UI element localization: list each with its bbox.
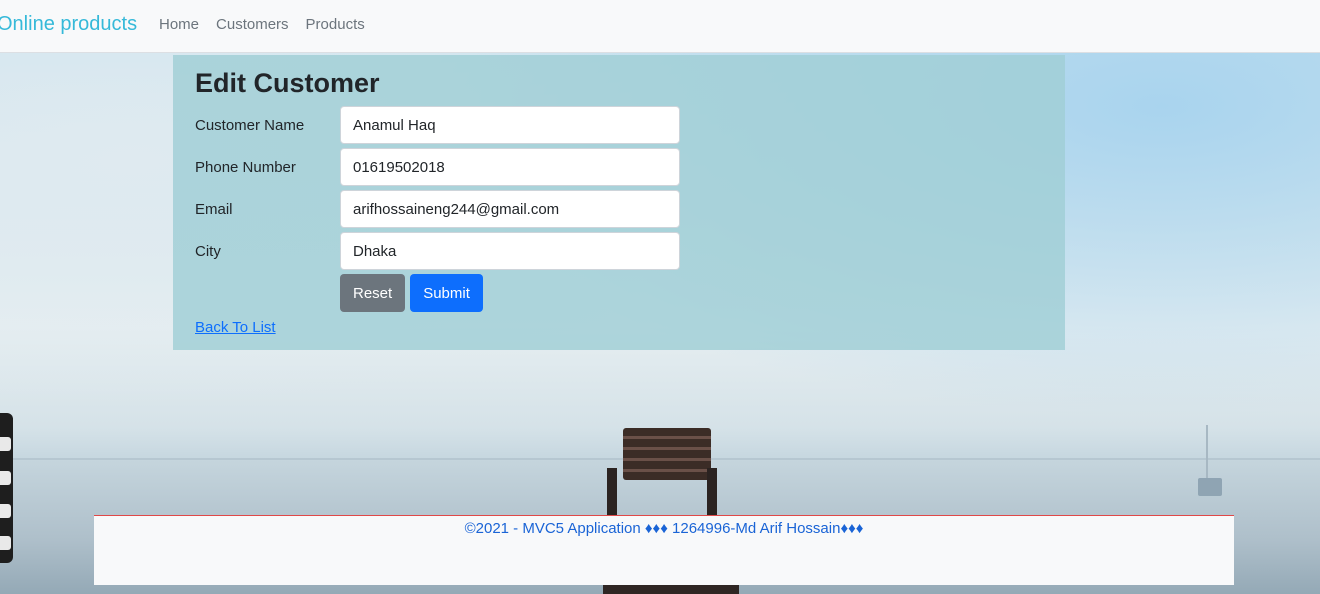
nav-link-customers[interactable]: Customers xyxy=(216,16,289,33)
city-input[interactable] xyxy=(340,232,680,270)
phone-number-label: Phone Number xyxy=(195,158,296,176)
page-title: Edit Customer xyxy=(195,68,380,98)
nav-links: Home Customers Products xyxy=(159,16,365,33)
form-row-city: City xyxy=(195,232,680,270)
camera-icon[interactable] xyxy=(0,437,11,451)
edit-customer-panel: Edit Customer Customer Name Phone Number… xyxy=(173,55,1065,350)
nav-link-home[interactable]: Home xyxy=(159,16,199,33)
settings-icon[interactable] xyxy=(0,536,11,550)
footer-text: ©2021 - MVC5 Application ♦♦♦ 1264996-Md … xyxy=(464,520,864,537)
reset-button[interactable]: Reset xyxy=(340,274,406,312)
navbar: Online products Home Customers Products xyxy=(0,0,1320,53)
submit-button[interactable]: Submit xyxy=(410,274,483,312)
form-row-phone-number: Phone Number xyxy=(195,148,680,186)
email-input[interactable] xyxy=(340,190,680,228)
customer-name-label: Customer Name xyxy=(195,116,305,134)
background-boat xyxy=(1198,478,1222,496)
customer-name-input[interactable] xyxy=(340,106,680,144)
form-row-email: Email xyxy=(195,190,680,228)
email-label: Email xyxy=(195,200,233,218)
video-icon[interactable] xyxy=(0,471,11,485)
brand-link[interactable]: Online products xyxy=(0,13,137,36)
city-label: City xyxy=(195,242,221,260)
footer: ©2021 - MVC5 Application ♦♦♦ 1264996-Md … xyxy=(94,515,1234,585)
phone-number-input[interactable] xyxy=(340,148,680,186)
form-buttons: Reset Submit xyxy=(340,274,483,312)
side-toolbar xyxy=(0,413,13,563)
chair-back xyxy=(623,428,711,480)
screen-icon[interactable] xyxy=(0,504,11,518)
back-to-list-link[interactable]: Back To List xyxy=(195,319,276,336)
nav-link-products[interactable]: Products xyxy=(306,16,365,33)
form-row-customer-name: Customer Name xyxy=(195,106,680,144)
background-boat-mast xyxy=(1206,425,1208,480)
